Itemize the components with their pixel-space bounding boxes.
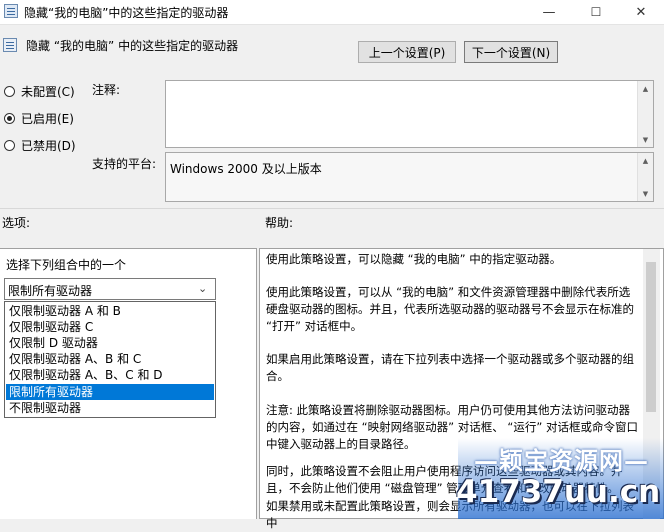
- dropdown-option-selected[interactable]: 限制所有驱动器: [6, 384, 214, 400]
- help-paragraph: 使用此策略设置，可以隐藏 “我的电脑” 中的指定驱动器。: [266, 252, 562, 266]
- platform-scrollbar[interactable]: ▲ ▼: [637, 153, 653, 201]
- window-title: 隐藏“我的电脑”中的这些指定的驱动器: [24, 6, 229, 20]
- previous-setting-button[interactable]: 上一个设置(P): [358, 41, 456, 63]
- help-label: 帮助:: [265, 216, 294, 230]
- dropdown-option[interactable]: 仅限制驱动器 A 和 B: [6, 303, 214, 319]
- comment-textarea[interactable]: ▲ ▼: [165, 80, 654, 148]
- next-setting-button[interactable]: 下一个设置(N): [464, 41, 558, 63]
- watermark-site: 41737uu.cn: [456, 474, 661, 510]
- dropdown-option[interactable]: 仅限制驱动器 A、B 和 C: [6, 351, 214, 367]
- scroll-up-icon[interactable]: ▲: [638, 153, 653, 168]
- drive-combo-label: 选择下列组合中的一个: [6, 258, 127, 272]
- dropdown-option[interactable]: 不限制驱动器: [6, 400, 214, 416]
- options-label: 选项:: [2, 216, 31, 230]
- radio-not-configured-indicator: [4, 85, 15, 97]
- policy-name: 隐藏 “我的电脑” 中的这些指定的驱动器: [26, 39, 239, 53]
- minimize-button[interactable]: —: [526, 0, 572, 24]
- help-scrollbar-thumb[interactable]: [646, 262, 656, 412]
- section-divider: [0, 208, 664, 209]
- dropdown-option[interactable]: 仅限制驱动器 C: [6, 319, 214, 335]
- radio-not-configured[interactable]: 未配置(C): [4, 83, 94, 99]
- drive-combination-dropdown: 仅限制驱动器 A 和 B 仅限制驱动器 C 仅限制 D 驱动器 仅限制驱动器 A…: [4, 301, 216, 418]
- dropdown-option[interactable]: 仅限制驱动器 A、B、C 和 D: [6, 367, 214, 383]
- radio-disabled[interactable]: 已禁用(D): [4, 137, 94, 153]
- radio-enabled[interactable]: 已启用(E): [4, 110, 94, 126]
- help-paragraph: 如果启用此策略设置，请在下拉列表中选择一个驱动器或多个驱动器的组合。: [266, 352, 634, 383]
- radio-disabled-label: 已禁用(D): [21, 138, 76, 153]
- dropdown-option[interactable]: 仅限制 D 驱动器: [6, 335, 214, 351]
- radio-disabled-indicator: [4, 139, 15, 151]
- maximize-button[interactable]: ☐: [573, 0, 619, 24]
- drive-combination-value: 限制所有驱动器: [8, 284, 93, 298]
- platform-label: 支持的平台:: [92, 157, 157, 171]
- scroll-down-icon[interactable]: ▼: [638, 132, 653, 147]
- chevron-down-icon[interactable]: ⌄: [198, 282, 207, 295]
- comment-label: 注释:: [92, 83, 121, 97]
- help-paragraph: 使用此策略设置，可以从 “我的电脑” 和文件资源管理器中删除代表所选硬盘驱动器的…: [266, 285, 634, 333]
- radio-enabled-indicator: [4, 112, 15, 124]
- comment-scrollbar[interactable]: ▲ ▼: [637, 81, 653, 147]
- radio-not-configured-label: 未配置(C): [21, 84, 75, 99]
- scroll-down-icon[interactable]: ▼: [638, 186, 653, 201]
- policy-icon: [4, 4, 18, 18]
- watermark-title: —颖宝资源网—: [474, 446, 649, 475]
- close-button[interactable]: ✕: [618, 0, 664, 24]
- scroll-up-icon[interactable]: ▲: [638, 81, 653, 96]
- platform-value: Windows 2000 及以上版本: [170, 162, 322, 176]
- setting-icon: [3, 38, 17, 52]
- radio-enabled-label: 已启用(E): [21, 111, 74, 126]
